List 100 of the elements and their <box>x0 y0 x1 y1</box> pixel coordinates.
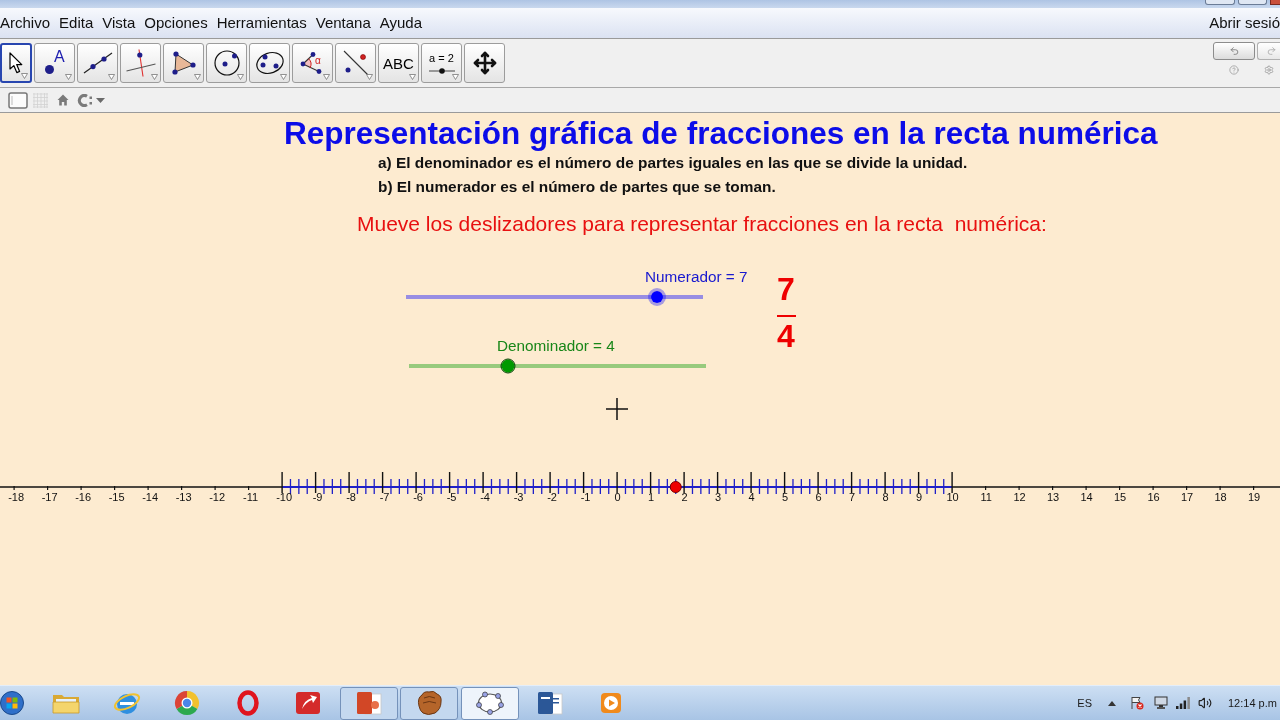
line-with-points-icon <box>342 50 369 76</box>
maximize-button[interactable] <box>1238 0 1267 5</box>
point-icon <box>45 65 54 74</box>
instruction-note: b) El numerador es el número de partes que se toman. <box>378 177 776 197</box>
axis-tick-label: -12 <box>209 491 226 503</box>
axis-tick-label: 2 <box>681 491 688 503</box>
tool-button[interactable] <box>335 43 376 83</box>
ring-icon <box>236 690 259 716</box>
axis-tick-label: 0 <box>614 491 621 503</box>
axis-tick-label: 6 <box>815 491 822 503</box>
axis-tick-label: 14 <box>1080 491 1093 503</box>
tool-button[interactable] <box>77 43 118 83</box>
tool-button[interactable] <box>163 43 204 83</box>
page-title: Representación gráfica de fracciones en la recta numérica <box>284 115 1158 151</box>
caret-down-icon[interactable] <box>96 97 105 103</box>
axis-tick-label: -14 <box>142 491 159 503</box>
globe-ring-icon <box>112 690 141 716</box>
redo-arrow-icon <box>1265 46 1278 56</box>
axis-tick-label: 13 <box>1046 491 1060 503</box>
sign-in-link[interactable]: Abrir sesió <box>1209 14 1280 32</box>
crosshair-cursor-icon <box>606 398 628 420</box>
axis-tick-label: -8 <box>346 491 356 503</box>
axis-tick-label: 15 <box>1113 491 1127 503</box>
slider-thumb[interactable] <box>500 358 516 374</box>
tool-button[interactable]: ABC <box>378 43 419 83</box>
menu-item[interactable]: Archivo <box>0 14 51 32</box>
undo-button[interactable] <box>1213 42 1255 60</box>
taskbar-app-button[interactable] <box>460 686 519 720</box>
tile-with-lines-icon <box>537 691 563 715</box>
axis-tick-label: -18 <box>8 491 25 503</box>
axis-tick-label: -1 <box>580 491 591 503</box>
language-indicator[interactable]: ES <box>1077 696 1092 710</box>
cursor-arrow-icon <box>9 52 23 74</box>
axis-tick-label: -7 <box>379 491 390 503</box>
axis-tick-label: 18 <box>1214 491 1227 503</box>
axis-tick-label: 5 <box>782 491 789 503</box>
tool-button[interactable] <box>206 43 247 83</box>
menu-item[interactable]: Edita <box>59 14 94 32</box>
taskbar-app-button[interactable] <box>339 686 398 720</box>
axis-tick-label: 4 <box>748 491 755 503</box>
triangle-icon <box>171 51 196 75</box>
caret-up-icon[interactable] <box>1108 700 1116 706</box>
line-through-points-icon <box>82 52 113 74</box>
menu-item[interactable]: Herramientas <box>216 14 307 32</box>
axis-tick-label: -6 <box>413 491 423 503</box>
axis-tick-label: 10 <box>946 491 959 503</box>
signal-bars-icon[interactable] <box>1176 697 1190 709</box>
instruction-text: Mueve los deslizadores para representar fracciones en la recta numérica: <box>357 211 1047 237</box>
perpendicular-lines-icon <box>125 49 156 77</box>
speaker-icon[interactable] <box>1198 696 1212 710</box>
minimize-button[interactable] <box>1205 0 1235 5</box>
axis-tick-label: -17 <box>41 491 58 503</box>
fraction-numerator: 7 <box>777 273 795 305</box>
arrow-tile-icon <box>295 691 321 715</box>
axis-tick-label: 19 <box>1247 491 1261 503</box>
ellipse-with-points-icon <box>254 51 285 75</box>
axis-tick-label: -13 <box>175 491 192 503</box>
monitor-icon[interactable] <box>1154 696 1168 710</box>
menu-item[interactable]: Ayuda <box>379 14 423 32</box>
flag-alert-icon[interactable] <box>1130 696 1144 710</box>
tile-with-page-icon <box>355 691 382 715</box>
axis-tick-label: -3 <box>513 491 524 503</box>
taskbar-app-button[interactable] <box>400 686 458 720</box>
tool-button[interactable]: a = 2 <box>421 43 462 83</box>
circle-with-points-icon <box>213 50 240 76</box>
axis-tick-label: -4 <box>480 491 490 503</box>
fraction-denominator: 4 <box>777 320 795 352</box>
slider-line-icon <box>428 68 455 74</box>
axis-tick-label: -10 <box>276 491 293 503</box>
glove-icon <box>415 690 443 716</box>
menu-item[interactable]: Opciones <box>144 14 208 32</box>
slider-label: Denominador = 4 <box>497 338 615 354</box>
instruction-note: a) El denominador es el número de partes iguales en las que se divide la unidad. <box>378 153 968 173</box>
menu-item[interactable]: Ventana <box>315 14 371 32</box>
axis-tick-label: 17 <box>1180 491 1194 503</box>
panel-toggle-icon[interactable] <box>8 91 28 109</box>
axis-tick-label: -2 <box>547 491 557 503</box>
folder-icon <box>52 692 80 714</box>
axis-tick-label: 8 <box>882 491 889 503</box>
axis-tick-label: 12 <box>1013 491 1026 503</box>
capture-icon[interactable] <box>77 93 93 107</box>
ellipse-dots-icon <box>475 691 504 715</box>
axis-tick-label: -5 <box>446 491 457 503</box>
axis-tick-label: 16 <box>1147 491 1160 503</box>
axis-tick-label: 11 <box>980 491 992 503</box>
start-orb-icon[interactable] <box>0 691 24 715</box>
axis-tick-label: 1 <box>648 491 655 503</box>
three-sector-circle-icon <box>174 690 200 716</box>
axis-tick-label: -15 <box>108 491 125 503</box>
clock-time[interactable]: 12:14 p.m <box>1228 696 1280 710</box>
home-icon[interactable] <box>57 94 69 106</box>
tool-button[interactable]: A <box>34 43 75 83</box>
tool-button[interactable] <box>464 43 505 83</box>
tool-button[interactable] <box>249 43 290 83</box>
axis-tick-label: 3 <box>715 491 722 503</box>
tool-button[interactable]: α <box>292 43 333 83</box>
move-arrows-icon <box>472 51 497 75</box>
fraction-point[interactable] <box>669 481 682 493</box>
menu-item[interactable]: Vista <box>102 14 136 32</box>
tool-button[interactable] <box>0 43 32 83</box>
